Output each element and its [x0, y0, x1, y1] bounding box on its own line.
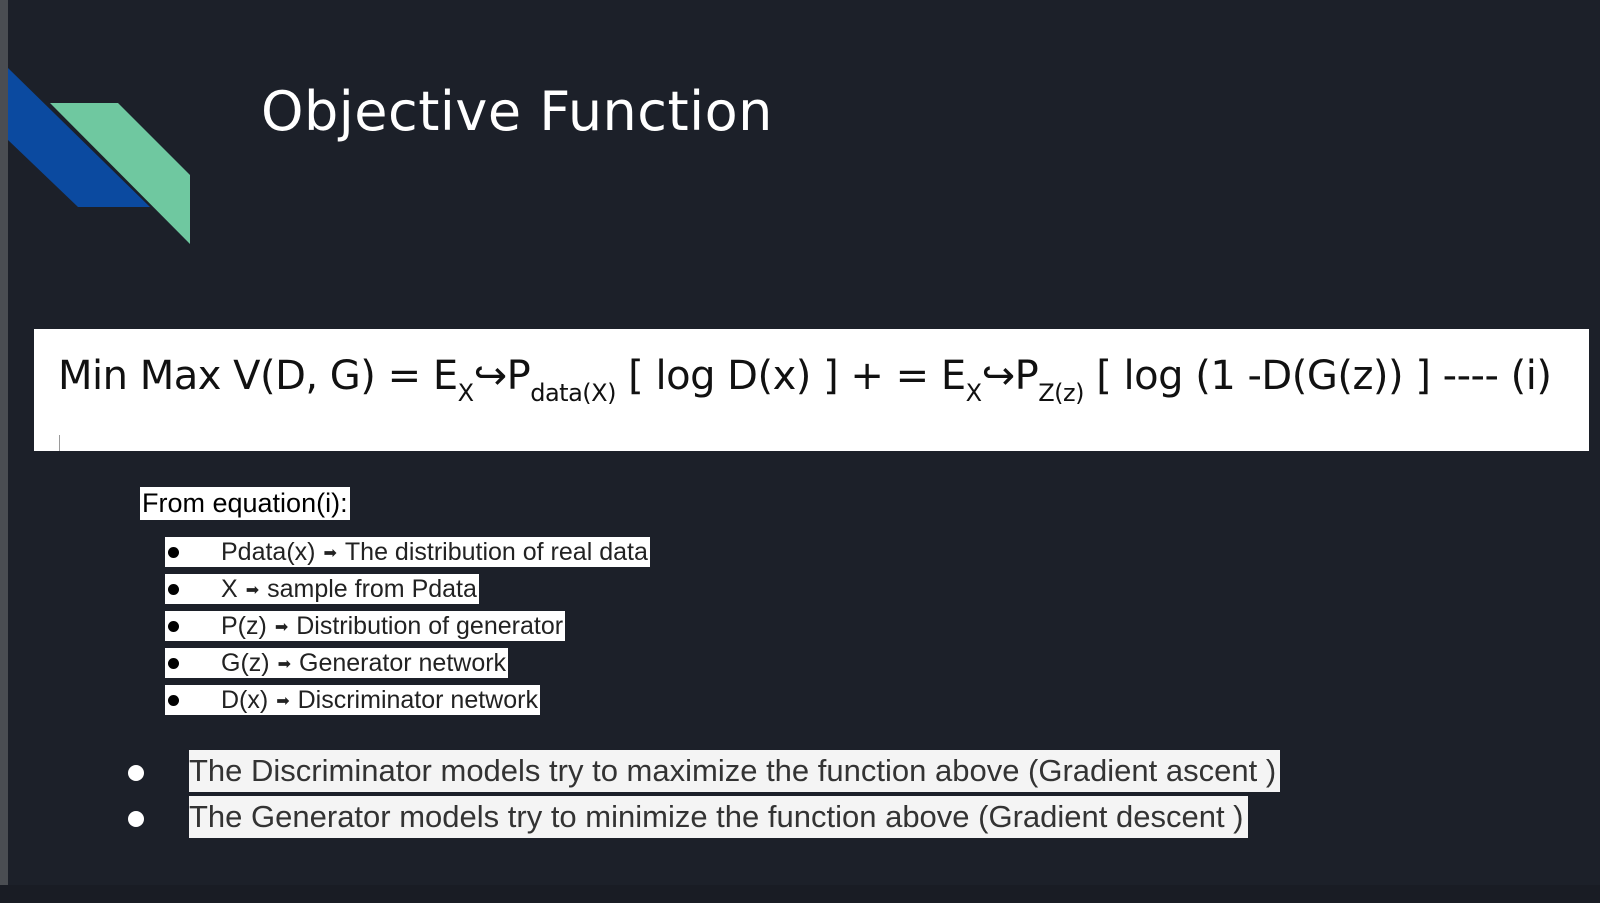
text-caret [59, 435, 60, 451]
bullet-icon [128, 811, 144, 827]
bullet-icon [168, 547, 179, 558]
slide-title: Objective Function [261, 80, 773, 143]
discriminator-point: The Discriminator models try to maximize… [189, 750, 1281, 792]
from-equation-label: From equation(i): [140, 487, 350, 520]
slide-decoration [8, 68, 190, 244]
list-item: G(z) ➡ Generator network [165, 648, 509, 678]
bullet-icon [168, 584, 179, 595]
list-item: P(z) ➡ Distribution of generator [165, 611, 566, 641]
bullet-icon [168, 695, 179, 706]
objective-equation: Min Max V(D, G) = EX↪Pdata(X) [ log D(x)… [58, 353, 1552, 407]
list-item: D(x) ➡ Discriminator network [165, 685, 540, 715]
equation-box: Min Max V(D, G) = EX↪Pdata(X) [ log D(x)… [34, 329, 1589, 451]
bullet-icon [168, 621, 179, 632]
list-item: X ➡ sample from Pdata [165, 574, 479, 604]
generator-point: The Generator models try to minimize the… [189, 796, 1248, 838]
right-arrow-icon: ➡ [274, 619, 289, 636]
right-arrow-icon: ➡ [276, 693, 290, 710]
bullet-icon [168, 658, 179, 669]
bottom-strip [0, 885, 1600, 903]
right-arrow-icon: ➡ [245, 582, 260, 599]
right-arrow-icon: ➡ [277, 656, 292, 673]
bullet-icon [128, 765, 144, 781]
list-item: Pdata(x) ➡ The distribution of real data [165, 537, 650, 567]
right-arrow-icon: ➡ [323, 545, 337, 562]
definition-list: Pdata(x) ➡ The distribution of real data X… [165, 537, 650, 722]
